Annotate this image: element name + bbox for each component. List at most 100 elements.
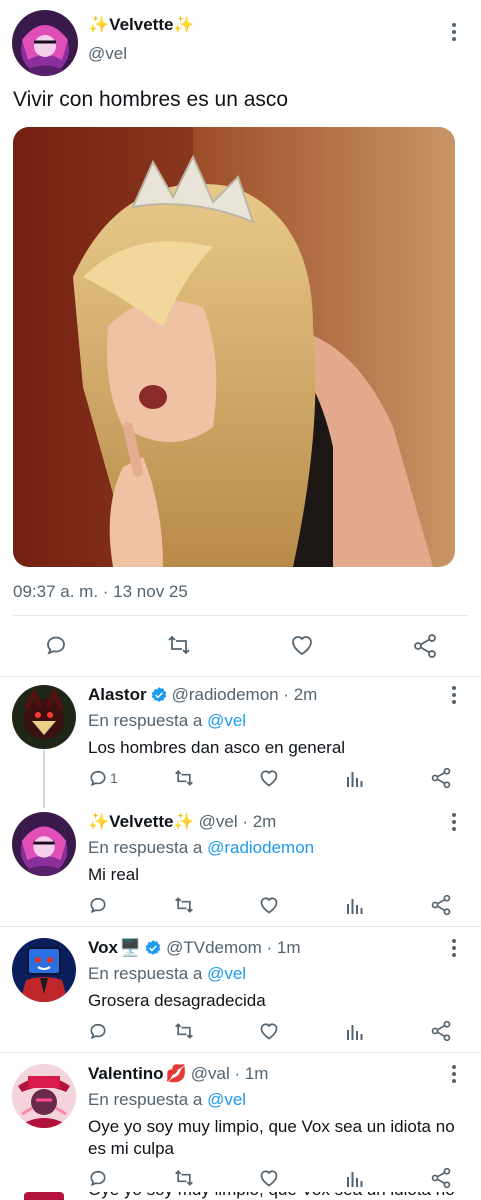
handle-time[interactable]: @TVdemom · 1m: [166, 938, 300, 958]
mention-link[interactable]: @vel: [207, 711, 246, 730]
views-icon: [347, 899, 363, 914]
share-button[interactable]: [430, 767, 452, 789]
verified-icon: [151, 687, 166, 702]
share-button[interactable]: [430, 1167, 452, 1189]
kiss-emoji: 💋: [165, 1064, 187, 1083]
share-icon: [431, 1167, 451, 1189]
retweet-button[interactable]: [173, 1021, 195, 1041]
reply-tweet[interactable]: Valentino 💋 @val · 1m En respuesta a @ve…: [0, 1064, 481, 1194]
tweet-text: Vivir con hombres es un asco: [13, 88, 289, 111]
reply-icon: [90, 897, 106, 914]
reply-tweet[interactable]: Vox 🖥️ @TVdemom · 1m En respuesta a @vel…: [0, 938, 481, 1048]
avatar[interactable]: [12, 685, 76, 749]
share-button[interactable]: [430, 894, 452, 916]
handle[interactable]: @vel: [88, 44, 127, 64]
more-icon[interactable]: [444, 1062, 464, 1086]
views-button[interactable]: [346, 1168, 364, 1188]
tweet-text: Oye yo soy muy limpio, que Vox sea un id…: [88, 1117, 455, 1158]
like-button[interactable]: [258, 1168, 280, 1188]
mention-link[interactable]: @radiodemon: [207, 838, 314, 857]
more-icon[interactable]: [444, 810, 464, 834]
replying-to: En respuesta a @vel: [88, 711, 247, 730]
mention-link[interactable]: @vel: [207, 1090, 246, 1109]
display-name[interactable]: Alastor: [88, 685, 147, 705]
reply-header: Vox 🖥️ @TVdemom · 1m: [88, 938, 300, 958]
views-button[interactable]: [346, 1021, 364, 1041]
views-icon: [347, 1172, 363, 1187]
more-icon[interactable]: [444, 683, 464, 707]
avatar[interactable]: [12, 812, 76, 876]
reply-icon: [90, 770, 106, 787]
retweet-button[interactable]: [173, 1168, 195, 1188]
views-button[interactable]: [346, 895, 364, 915]
retweet-icon: [175, 897, 193, 913]
reply-tweet[interactable]: ✨Velvette✨ @vel · 2m En respuesta a @rad…: [0, 812, 481, 922]
like-icon: [260, 1170, 278, 1187]
retweet-button[interactable]: [173, 768, 195, 788]
timestamp[interactable]: 09:37 a. m. · 13 nov 25: [13, 582, 188, 602]
display-name[interactable]: ✨Velvette✨: [88, 812, 195, 832]
share-button[interactable]: [430, 1020, 452, 1042]
next-tweet-peek: Oye yo soy muy limpio, que Vox sea un id…: [0, 1192, 481, 1200]
retweet-icon: [175, 770, 193, 786]
reply-icon: [90, 1170, 106, 1187]
handle-time[interactable]: @vel · 2m: [199, 812, 277, 832]
avatar[interactable]: [12, 938, 76, 1002]
divider: [0, 676, 481, 677]
share-button[interactable]: [412, 633, 438, 659]
reply-button[interactable]: 1: [88, 768, 118, 788]
like-button[interactable]: [289, 633, 315, 657]
like-icon: [292, 636, 312, 656]
like-icon: [260, 897, 278, 914]
divider: [13, 615, 468, 616]
like-button[interactable]: [258, 1021, 280, 1041]
more-icon[interactable]: [444, 936, 464, 960]
share-icon: [431, 894, 451, 916]
display-name[interactable]: Vox: [88, 938, 118, 958]
avatar[interactable]: [12, 10, 78, 76]
retweet-button[interactable]: [173, 895, 195, 915]
reply-button[interactable]: [88, 895, 108, 915]
replying-to: En respuesta a @vel: [88, 1090, 247, 1109]
like-button[interactable]: [258, 895, 280, 915]
divider: [0, 926, 481, 927]
tweet-photo[interactable]: [13, 127, 455, 567]
verified-icon: [145, 940, 161, 955]
divider: [0, 1052, 481, 1053]
tweet-text: Grosera desagradecida: [88, 991, 266, 1010]
mention-link[interactable]: @vel: [207, 964, 246, 983]
avatar: [24, 1192, 64, 1200]
views-icon: [347, 1025, 363, 1040]
reply-icon: [47, 636, 65, 655]
retweet-button[interactable]: [166, 633, 192, 657]
reply-icon: [90, 1023, 106, 1040]
display-name[interactable]: ✨Velvette✨: [88, 15, 195, 35]
reply-count: 1: [110, 770, 118, 786]
reply-button[interactable]: [88, 1021, 108, 1041]
more-icon[interactable]: [444, 20, 464, 44]
reply-button[interactable]: [44, 633, 68, 657]
display-name[interactable]: Valentino: [88, 1064, 164, 1084]
views-icon: [347, 772, 363, 787]
retweet-icon: [175, 1023, 193, 1039]
retweet-icon: [168, 635, 190, 655]
reply-header: Valentino 💋 @val · 1m: [88, 1064, 268, 1084]
replying-to: En respuesta a @radiodemon: [88, 838, 315, 857]
avatar[interactable]: [12, 1064, 76, 1128]
reply-header: Alastor @radiodemon · 2m: [88, 685, 317, 705]
like-icon: [260, 1023, 278, 1040]
views-button[interactable]: [346, 768, 364, 788]
reply-header: ✨Velvette✨ @vel · 2m: [88, 812, 276, 832]
tweet-text: Los hombres dan asco en general: [88, 738, 346, 757]
reply-button[interactable]: [88, 1168, 108, 1188]
retweet-icon: [175, 1170, 193, 1186]
cut-off-text: Oye yo soy muy limpio, que Vox sea un id…: [88, 1192, 455, 1200]
like-button[interactable]: [258, 768, 280, 788]
tv-emoji: 🖥️: [119, 938, 142, 957]
share-icon: [414, 634, 436, 658]
handle-time[interactable]: @val · 1m: [191, 1064, 269, 1084]
handle-time[interactable]: @radiodemon · 2m: [172, 685, 318, 705]
replying-to: En respuesta a @vel: [88, 964, 247, 983]
tweet-text: Mi real: [88, 865, 140, 884]
reply-tweet[interactable]: Alastor @radiodemon · 2m En respuesta a …: [0, 685, 481, 795]
